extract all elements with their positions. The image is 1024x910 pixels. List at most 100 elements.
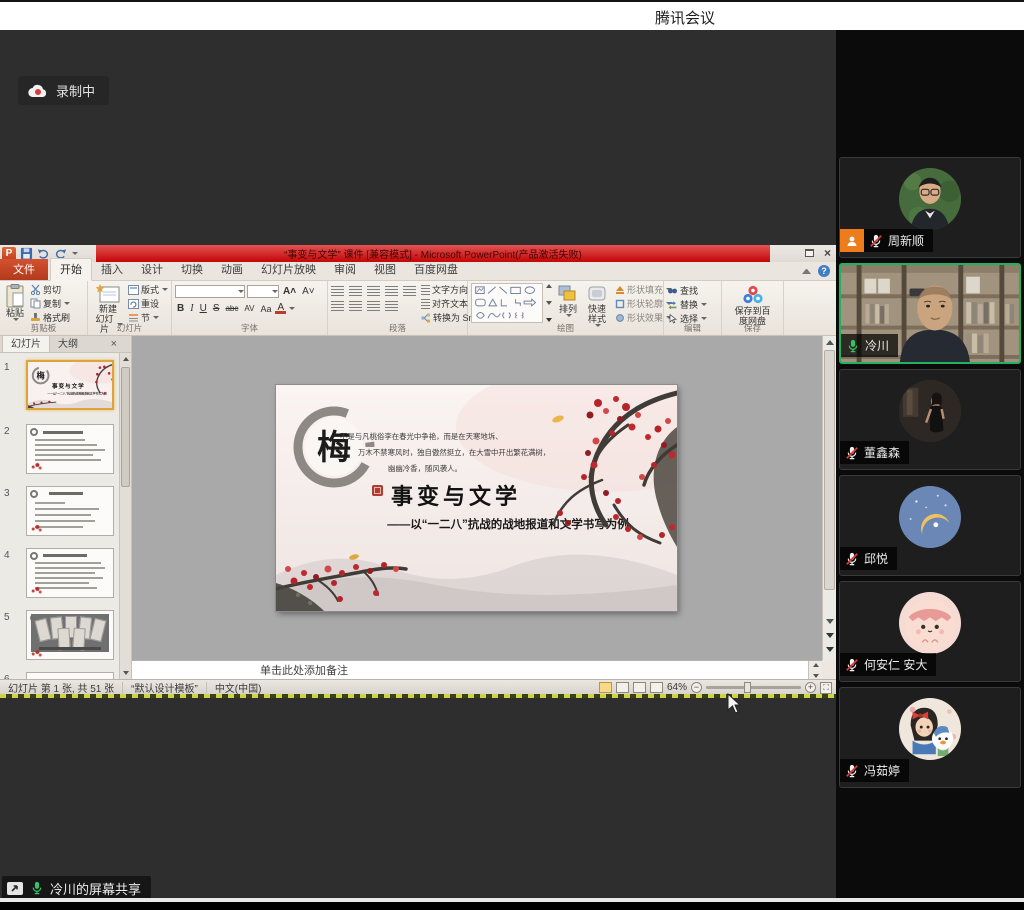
shapes-gallery[interactable] <box>471 283 543 323</box>
current-slide[interactable]: 梅 不是与凡桃俗李在春光中争艳，而是在天寒地坼、 万木不禁寒风时，独自傲然挺立，… <box>276 385 677 611</box>
thumbnails-scrollbar[interactable] <box>119 353 131 679</box>
next-slide-icon[interactable] <box>826 647 834 652</box>
slide-thumbnail-1[interactable]: 梅 事变与文学 ——以“一二八”抗战的战地报道和文学书写为例 <box>26 360 114 410</box>
tab-baidu-netdisk[interactable]: 百度网盘 <box>405 259 467 280</box>
reset-button[interactable]: 重设 <box>128 297 168 310</box>
tab-animations[interactable]: 动画 <box>212 259 252 280</box>
slideshow-view-button[interactable] <box>650 682 663 693</box>
slide-thumbnail-5[interactable] <box>26 610 114 660</box>
slide-editor[interactable]: 梅 不是与凡桃俗李在春光中争艳，而是在天寒地坼、 万木不禁寒风时，独自傲然挺立，… <box>132 336 822 660</box>
screen-share-banner[interactable]: 冷川的屏幕共享 <box>2 876 151 900</box>
grow-font-button[interactable]: A˄ <box>281 285 298 298</box>
align-center-icon[interactable] <box>349 301 362 311</box>
character-spacing-button[interactable]: AV <box>242 302 256 315</box>
tab-home[interactable]: 开始 <box>50 258 92 281</box>
layout-button[interactable]: 版式 <box>128 283 168 296</box>
font-color-button[interactable]: A <box>275 303 286 314</box>
font-size-combobox[interactable] <box>247 285 279 298</box>
normal-view-button[interactable] <box>599 682 612 693</box>
shapes-scroll-up-icon[interactable] <box>546 284 552 288</box>
ribbon: 粘贴 剪切 <box>0 281 836 336</box>
save-to-baidu-button[interactable]: 保存到百 度网盘 <box>725 283 780 327</box>
numbering-icon[interactable] <box>349 286 362 296</box>
slide-subtitle: ——以“一二八”抗战的战地报道和文学书写为例 <box>387 517 629 531</box>
quick-styles-button[interactable]: 快速样式 <box>584 283 610 323</box>
arrange-button[interactable]: 排列 <box>555 283 581 323</box>
notes-pane[interactable]: 单击此处添加备注 <box>132 660 822 679</box>
fit-to-window-button[interactable]: ⛶ <box>820 682 832 694</box>
previous-slide-icon[interactable] <box>826 633 834 638</box>
shapes-scroll-down-icon[interactable] <box>546 301 552 305</box>
participant-name: 何安仁 安大 <box>864 656 927 673</box>
participant-tile[interactable]: 董鑫森 <box>839 369 1021 470</box>
section-icon <box>128 313 139 323</box>
font-name-combobox[interactable] <box>175 285 245 298</box>
slides-panel-tabs: 幻灯片 大纲 × <box>0 336 131 353</box>
close-panel-icon[interactable]: × <box>111 338 117 350</box>
slide-thumbnail-2[interactable] <box>26 424 114 474</box>
align-left-icon[interactable] <box>331 301 344 311</box>
tab-slideshow[interactable]: 幻灯片放映 <box>252 259 325 280</box>
close-window-button[interactable]: × <box>824 247 831 259</box>
collapse-ribbon-icon[interactable] <box>802 269 811 274</box>
slide-thumbnail-4[interactable] <box>26 548 114 598</box>
notes-scrollbar[interactable] <box>808 661 822 680</box>
slide-thumbnail-6[interactable] <box>26 672 114 679</box>
bold-button[interactable]: B <box>175 302 186 315</box>
tab-file[interactable]: 文件 <box>0 259 48 280</box>
shape-outline-icon <box>615 299 625 309</box>
zoom-slider[interactable] <box>706 686 801 689</box>
undo-icon[interactable] <box>37 248 50 260</box>
line-spacing-icon[interactable] <box>403 286 416 296</box>
find-button[interactable]: 查找 <box>667 284 718 297</box>
participant-name: 董鑫森 <box>864 444 900 461</box>
reading-view-button[interactable] <box>633 682 646 693</box>
participant-tile[interactable]: 何安仁 安大 <box>839 581 1021 682</box>
shrink-font-button[interactable]: A˅ <box>300 285 317 298</box>
group-label-clipboard: 剪贴板 <box>0 322 87 334</box>
zoom-out-button[interactable]: − <box>691 682 702 693</box>
decrease-indent-icon[interactable] <box>367 286 380 296</box>
bullets-icon[interactable] <box>331 286 344 296</box>
restore-window-button[interactable] <box>805 249 814 257</box>
zoom-slider-thumb[interactable] <box>744 682 751 693</box>
replace-button[interactable]: 替换 <box>667 298 718 311</box>
tab-outline[interactable]: 大纲 <box>50 336 86 352</box>
cut-button[interactable]: 剪切 <box>30 283 70 296</box>
slide-sorter-view-button[interactable] <box>616 682 629 693</box>
editor-scrollbar[interactable] <box>822 336 836 660</box>
meeting-title-bar: 腾讯会议 <box>0 0 1024 30</box>
bottom-bar <box>0 902 1024 910</box>
participant-tile[interactable]: 邱悦 <box>839 475 1021 576</box>
change-case-button[interactable]: Aa <box>258 302 273 315</box>
help-icon[interactable]: ? <box>818 265 830 277</box>
increase-indent-icon[interactable] <box>385 286 398 296</box>
new-slide-button[interactable]: 新建 幻灯片 <box>91 283 125 323</box>
italic-button[interactable]: I <box>188 302 195 315</box>
qat-dropdown-icon[interactable] <box>72 252 78 255</box>
tab-transitions[interactable]: 切换 <box>172 259 212 280</box>
tab-review[interactable]: 审阅 <box>325 259 365 280</box>
align-right-icon[interactable] <box>367 301 380 311</box>
zoom-level[interactable]: 64% <box>667 682 687 693</box>
tab-view[interactable]: 视图 <box>365 259 405 280</box>
participant-tile[interactable]: 冯茹婷 <box>839 687 1021 788</box>
ribbon-group-slides: 新建 幻灯片 版式 <box>88 281 172 335</box>
shape-effects-icon <box>615 313 625 323</box>
shadow-button[interactable]: abc <box>223 302 240 315</box>
language-status[interactable]: 中文(中国) <box>207 682 270 693</box>
recording-indicator[interactable]: 录制中 <box>18 76 109 105</box>
zoom-in-button[interactable]: + <box>805 682 816 693</box>
justify-icon[interactable] <box>385 301 398 311</box>
font-color-dropdown-icon[interactable] <box>289 307 295 310</box>
tab-slides-thumbnails[interactable]: 幻灯片 <box>2 336 50 352</box>
strikethrough-button[interactable]: S <box>211 302 222 315</box>
paste-button[interactable]: 粘贴 <box>3 283 27 323</box>
underline-button[interactable]: U <box>198 302 209 315</box>
copy-button[interactable]: 复制 <box>30 297 70 310</box>
tab-insert[interactable]: 插入 <box>92 259 132 280</box>
slide-thumbnail-3[interactable] <box>26 486 114 536</box>
participant-tile[interactable]: 周新顺 <box>839 157 1021 258</box>
participant-tile-active-speaker[interactable]: 冷川 <box>839 263 1021 364</box>
tab-design[interactable]: 设计 <box>132 259 172 280</box>
